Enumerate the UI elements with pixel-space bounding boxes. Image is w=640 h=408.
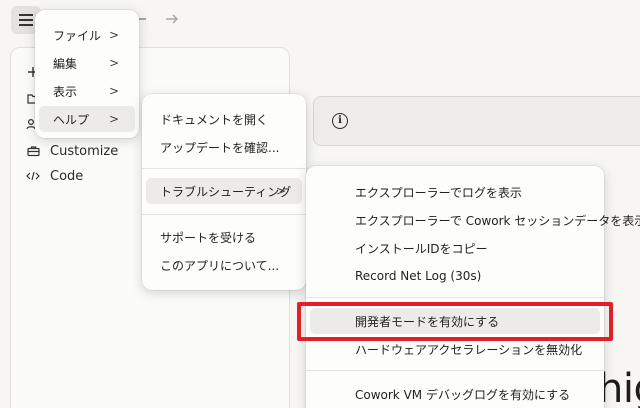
sidebar-item-customize[interactable]: Customize (24, 141, 118, 161)
menu-item-show-cowork-data[interactable]: エクスプローラーで Cowork セッションデータを表示 (310, 207, 640, 233)
briefcase-icon (24, 145, 42, 157)
menu-item-about[interactable]: このアプリについて... (146, 252, 302, 278)
sidebar-item-label: Code (50, 168, 84, 184)
menu-separator (306, 297, 604, 298)
sidebar-item-code[interactable]: Code (24, 166, 83, 186)
menu-item-label: 表示 (53, 84, 78, 99)
menu-item-copy-install-id[interactable]: インストールIDをコピー (310, 235, 600, 261)
menu-item-label: サポートを受ける (160, 230, 257, 245)
menu-item-edit[interactable]: 編集 > (39, 50, 135, 76)
menu-item-label: トラブルシューティング (160, 184, 292, 199)
menu-item-view[interactable]: 表示 > (39, 78, 135, 104)
menu-item-label: ヘルプ (53, 112, 90, 127)
menu-item-label: このアプリについて... (160, 258, 280, 273)
menu-item-label: ハードウェアアクセラレーションを無効化 (355, 342, 583, 357)
info-banner (313, 96, 640, 146)
menu-item-label: アップデートを確認... (160, 140, 280, 155)
menu-item-label: 編集 (53, 56, 78, 71)
menu-item-label: ファイル (53, 28, 102, 43)
highlight-annotation (297, 302, 613, 341)
menu-item-get-support[interactable]: サポートを受ける (146, 224, 302, 250)
hamburger-icon (19, 14, 33, 26)
menu-item-label: エクスプローラーでログを表示 (355, 185, 522, 200)
menu-item-file[interactable]: ファイル > (39, 22, 135, 48)
menu-item-open-docs[interactable]: ドキュメントを開く (146, 106, 302, 132)
chevron-right-icon: > (275, 184, 286, 198)
menu-separator (306, 370, 604, 371)
menu-item-label: ドキュメントを開く (160, 112, 269, 127)
main-heading: hig (598, 366, 640, 408)
chevron-right-icon: > (108, 112, 119, 126)
help-submenu: ドキュメントを開く アップデートを確認... トラブルシューティング > サポー… (142, 94, 306, 290)
menu-separator (142, 168, 306, 169)
menu-item-help[interactable]: ヘルプ > (39, 106, 135, 132)
menu-item-show-logs[interactable]: エクスプローラーでログを表示 (310, 179, 600, 205)
info-icon: i (332, 113, 348, 129)
menu-item-label: Record Net Log (30s) (355, 269, 482, 283)
app-menu: ファイル > 編集 > 表示 > ヘルプ > (35, 10, 139, 138)
sidebar-item-label: Customize (50, 143, 119, 159)
arrow-right-icon (166, 14, 179, 24)
menu-separator (142, 214, 306, 215)
chevron-right-icon: > (108, 56, 119, 70)
chevron-right-icon: > (108, 28, 119, 42)
code-icon (24, 170, 42, 182)
menu-item-troubleshooting[interactable]: トラブルシューティング > (146, 178, 302, 204)
menu-item-record-net-log[interactable]: Record Net Log (30s) (310, 263, 600, 289)
menu-item-label: インストールIDをコピー (355, 241, 488, 256)
menu-item-label: Cowork VM デバッグログを有効にする (355, 387, 571, 402)
troubleshooting-submenu: エクスプローラーでログを表示 エクスプローラーで Cowork セッションデータ… (306, 166, 640, 408)
forward-button[interactable] (160, 8, 184, 30)
menu-item-check-updates[interactable]: アップデートを確認... (146, 134, 302, 160)
chevron-right-icon: > (108, 84, 119, 98)
menu-item-label: エクスプローラーで Cowork セッションデータを表示 (355, 213, 640, 228)
menu-item-enable-vm-debug-log[interactable]: Cowork VM デバッグログを有効にする (310, 381, 600, 407)
